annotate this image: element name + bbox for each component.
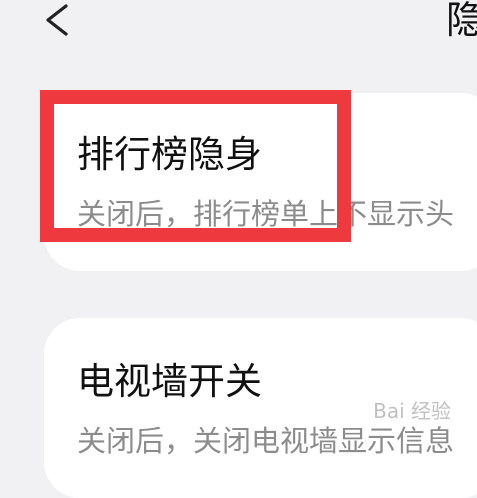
watermark: Bai 经验 — [373, 399, 451, 423]
setting-description: 关闭后，排行榜单上不显示头 — [77, 197, 455, 231]
setting-description: 关闭后，关闭电视墙显示信息 — [77, 424, 455, 458]
back-button[interactable] — [38, 0, 78, 40]
setting-title: 电视墙开关 — [77, 360, 262, 403]
setting-card-leaderboard-invisible[interactable]: 排行榜隐身 关闭后，排行榜单上不显示头 — [44, 93, 477, 271]
page-title: 隐 — [446, 0, 477, 42]
setting-title: 排行榜隐身 — [77, 133, 262, 176]
chevron-left-icon — [46, 4, 68, 36]
